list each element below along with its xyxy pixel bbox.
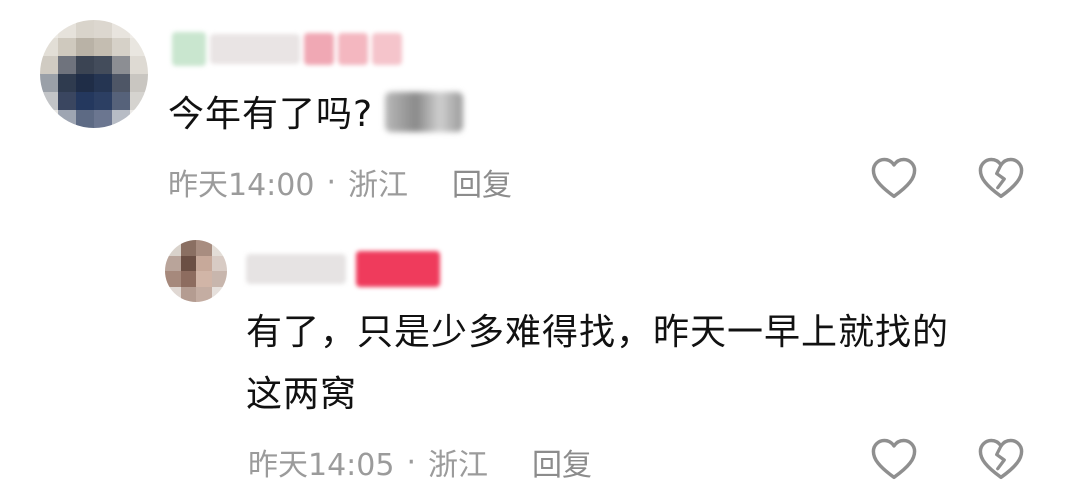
- location: 浙江: [428, 448, 489, 483]
- comment-item: 今年有了吗? 昨天14:00 · 浙江 回复: [0, 0, 1080, 225]
- separator-dot: ·: [406, 444, 417, 480]
- timestamp: 昨天14:00: [168, 168, 315, 203]
- comment-meta: 昨天14:05 · 浙江 回复: [248, 440, 592, 484]
- comment-text: 今年有了吗?: [168, 84, 464, 146]
- comment-meta: 昨天14:00 · 浙江 回复: [168, 160, 512, 204]
- heart-outline-icon[interactable]: [868, 434, 920, 486]
- username[interactable]: [246, 251, 440, 287]
- broken-heart-icon[interactable]: [975, 153, 1027, 205]
- separator-dot: ·: [326, 164, 337, 200]
- broken-heart-icon[interactable]: [975, 434, 1027, 486]
- comment-content: 今年有了吗?: [168, 94, 374, 135]
- comment-content-line: 这两窝: [246, 374, 358, 415]
- location: 浙江: [348, 168, 409, 203]
- comment-text: 有了，只是少多难得找，昨天一早上就找的 这两窝: [246, 302, 949, 426]
- username[interactable]: [172, 32, 402, 66]
- avatar[interactable]: [165, 240, 227, 302]
- sticker-image: [385, 92, 464, 132]
- heart-outline-icon[interactable]: [868, 153, 920, 205]
- avatar[interactable]: [40, 20, 148, 128]
- reply-button[interactable]: 回复: [452, 160, 512, 204]
- timestamp: 昨天14:05: [248, 448, 395, 483]
- comment-content-line: 有了，只是少多难得找，昨天一早上就找的: [246, 312, 950, 353]
- reply-button[interactable]: 回复: [532, 440, 592, 484]
